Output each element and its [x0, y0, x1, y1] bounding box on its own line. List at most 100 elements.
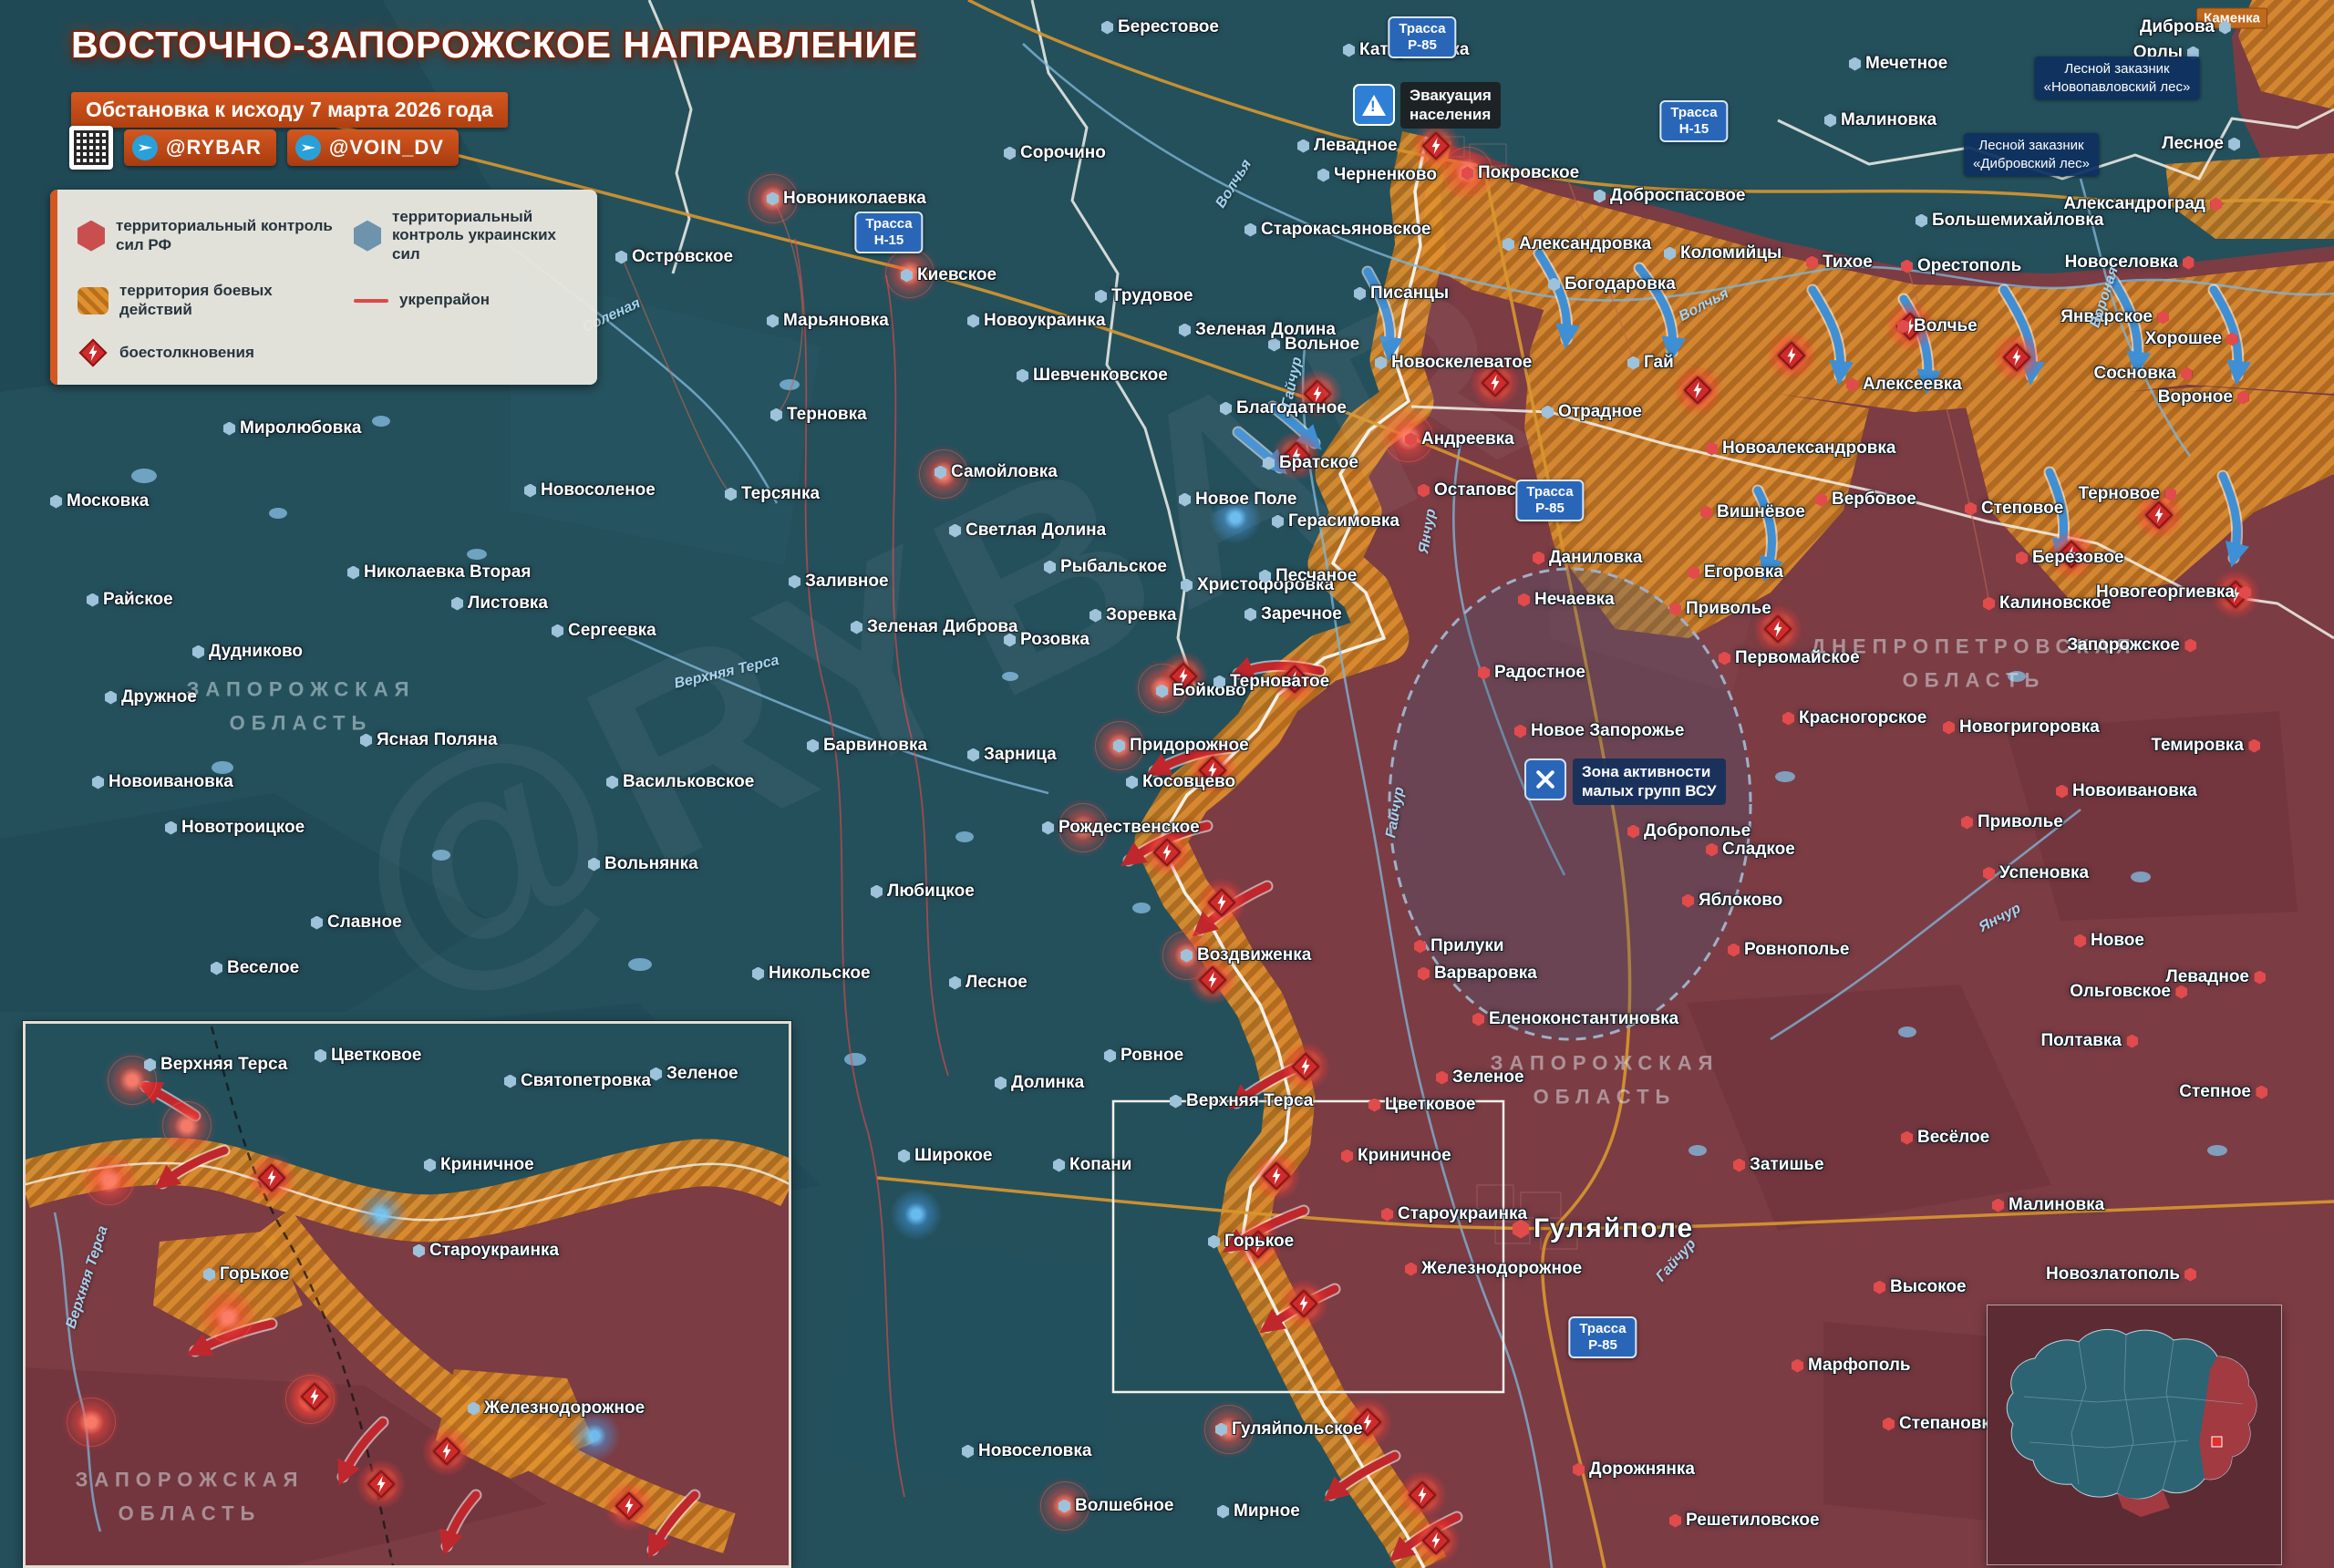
town-name: Вишнёвое — [1717, 502, 1805, 522]
settlement-marker-icon — [1901, 260, 1913, 273]
town-label: Хорошее — [2145, 329, 2238, 349]
legend-label: территориальный контроль украинских сил — [392, 208, 579, 263]
town-label: Никольское — [752, 964, 871, 984]
region-label: ЗАПОРОЖСКАЯОБЛАСТЬ — [1491, 1047, 1720, 1115]
clash-glow — [1343, 1398, 1392, 1447]
town-name: Мечетное — [1865, 54, 1947, 74]
town-label: Приволье — [1669, 599, 1771, 619]
town-name: Новосоленое — [541, 480, 656, 500]
river-label: Гайчур — [1653, 1236, 1699, 1285]
town-label: Новоукраинка — [967, 311, 1106, 331]
town-label: Киевское — [901, 265, 997, 285]
town-name: Александровка — [1519, 234, 1651, 254]
channels-row: @RYBAR @VOIN_DV — [69, 126, 459, 170]
settlement-marker-icon — [1688, 566, 1699, 580]
town-label: Московка — [50, 491, 149, 511]
lightning-icon — [1215, 894, 1228, 911]
town-name: Лесное — [2162, 134, 2224, 154]
inset-frame — [23, 1021, 791, 1568]
settlement-marker-icon — [871, 885, 883, 899]
settlement-marker-icon — [1514, 725, 1526, 738]
lightning-icon — [1270, 1168, 1283, 1184]
town-label: Райское — [87, 590, 173, 610]
settlement-marker-icon — [1573, 1463, 1585, 1477]
town-name: Первомайское — [1735, 648, 1860, 668]
channel-badge-rybar[interactable]: @RYBAR — [124, 129, 276, 166]
hex-blue-icon — [354, 221, 381, 252]
town-label: Дудниково — [192, 642, 303, 662]
town-name: Левадное — [1314, 136, 1398, 156]
town-label: Малиновка — [1824, 110, 1936, 130]
town-name: Черненково — [1334, 165, 1437, 185]
town-label: Коломийцы — [1664, 243, 1781, 263]
town-label: Зеленое — [1436, 1068, 1524, 1088]
town-label: Веселое — [211, 958, 299, 978]
road-badge-line: Р-85 — [1399, 37, 1445, 54]
clash-diamond — [1408, 1480, 1436, 1509]
road-badge-line: Р-85 — [1579, 1337, 1626, 1354]
clash-glow — [2134, 490, 2184, 540]
town-label: Доброспасовое — [1594, 186, 1745, 206]
town-label: Придорожное — [1113, 736, 1249, 756]
town-label: Миролюбовка — [223, 418, 361, 438]
town-name: Новотроицкое — [181, 818, 305, 838]
settlement-marker-icon — [1733, 1159, 1745, 1172]
clash-diamond — [1777, 341, 1805, 369]
town-name: Новое Запорожье — [1531, 721, 1684, 741]
road-badge-line: Трасса — [1670, 105, 1717, 121]
settlement-marker-icon — [1518, 593, 1530, 607]
town-name: Дорожнянка — [1589, 1460, 1695, 1480]
legend-label: укрепрайон — [399, 291, 490, 309]
lightning-icon — [2229, 586, 2242, 603]
lightning-icon — [1161, 844, 1173, 861]
settlement-marker-icon — [2184, 639, 2196, 653]
town-label: Листовка — [451, 593, 548, 614]
town-label: Косовцево — [1126, 772, 1235, 792]
clash-diamond — [1421, 131, 1450, 160]
settlement-marker-icon — [165, 821, 177, 835]
town-name: Орестополь — [1917, 256, 2021, 276]
town-label: Мирное — [1217, 1501, 1300, 1522]
town-label: Нечаевка — [1518, 590, 1615, 610]
channel-badge-voin-dv[interactable]: @VOIN_DV — [287, 129, 459, 166]
town-label: Дружное — [105, 687, 197, 707]
settlement-marker-icon — [1170, 1095, 1182, 1109]
town-label: Железнодорожное — [1405, 1259, 1582, 1279]
town-name: Николаевка Вторая — [364, 562, 531, 583]
road-badge-line: Н-15 — [865, 232, 912, 249]
lightning-icon — [1785, 347, 1798, 364]
town-name: Новониколаевка — [783, 189, 926, 209]
settlement-marker-icon — [2074, 934, 2086, 948]
road-badge-line: Трасса — [865, 216, 912, 232]
settlement-marker-icon — [901, 269, 913, 283]
town-label: Волчье — [1897, 316, 1978, 336]
settlement-marker-icon — [2228, 138, 2240, 151]
settlement-marker-icon — [1113, 739, 1125, 753]
inset-source-rect — [1113, 1101, 1503, 1392]
town-label: Долинка — [995, 1073, 1084, 1093]
town-name: Доброспасовое — [1610, 186, 1745, 206]
clash-diamond — [1207, 888, 1235, 916]
town-label: Вишнёвое — [1700, 502, 1805, 522]
settlement-marker-icon — [1682, 894, 1694, 908]
forest1-line1: Лесной заказник — [2044, 60, 2191, 78]
town-label: Николаевка Вторая — [347, 562, 531, 583]
town-name: Покровское — [1478, 163, 1579, 183]
settlement-marker-icon — [1815, 493, 1827, 507]
town-name: Листовка — [468, 593, 548, 614]
town-tag: Каменка — [2196, 8, 2267, 29]
town-name: Марфополь — [1808, 1356, 1911, 1376]
clash-glow — [1252, 1151, 1301, 1201]
region-label: ДНЕПРОПЕТРОВСКАЯОБЛАСТЬ — [1811, 630, 2136, 698]
town-label: Малиновка — [1992, 1195, 2104, 1215]
settlement-marker-icon — [1846, 378, 1858, 392]
town-label: Яблоково — [1682, 891, 1782, 911]
settlement-marker-icon — [1916, 214, 1927, 228]
clash-diamond — [1289, 1289, 1317, 1317]
settlement-marker-icon — [1405, 1263, 1417, 1276]
clash-diamond — [2144, 500, 2173, 529]
town-name: Решетиловское — [1686, 1511, 1820, 1531]
town-label: Черненково — [1317, 165, 1437, 185]
clash-glow — [1411, 121, 1461, 170]
settlement-marker-icon — [1513, 1220, 1529, 1239]
